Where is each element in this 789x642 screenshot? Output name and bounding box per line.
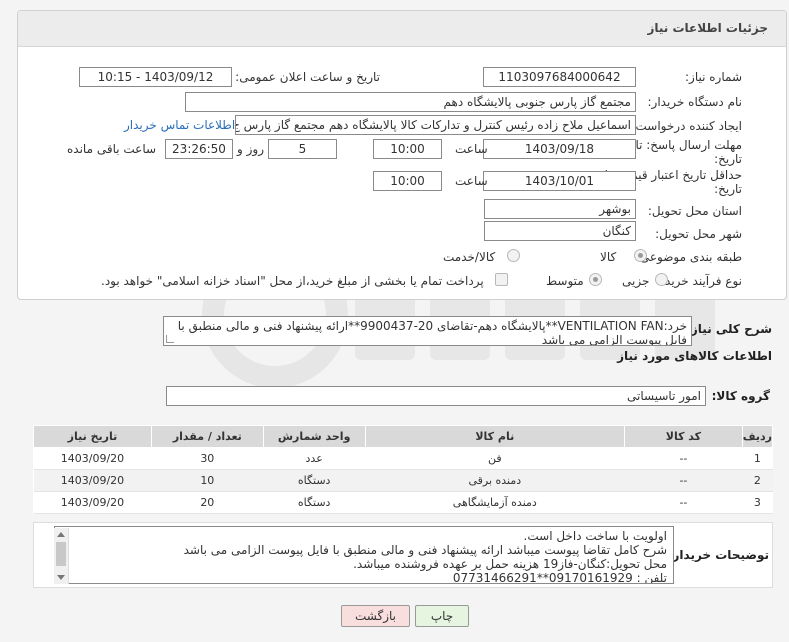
validity-time-label: ساعت [455,174,488,188]
scroll-down-icon[interactable] [57,575,65,580]
buyer-org-label: نام دستگاه خریدار: [647,95,743,109]
panel-header: جزئیات اطلاعات نیاز [18,11,786,47]
deadline-date-field: 1403/09/18 [483,139,636,159]
deadline-time-label: ساعت [455,142,488,156]
remaining-label: ساعت باقی مانده [67,142,157,156]
table-row: 3 -- دمنده آزمایشگاهی دستگاه 20 1403/09/… [33,491,773,514]
treasury-payment-checkbox[interactable] [495,273,508,286]
goods-group-label: گروه کالا: [711,389,770,403]
buyer-notes-line: شرح کامل تقاضا پیوست میباشد ارائه پیشنها… [183,543,667,557]
buyer-notes-label: توضیحات خریدار: [667,548,769,562]
col-header-name: نام کالا [364,425,626,448]
day-label: روز و [237,142,264,156]
remaining-time-field: 23:26:50 [165,139,233,159]
category-label: طبقه بندی موضوعی: [635,250,742,264]
scroll-up-icon[interactable] [57,532,65,537]
need-number-field: 1103097684000642 [483,67,636,87]
buyer-notes-textarea[interactable]: اولویت با ساخت داخل است. شرح کامل تقاضا … [54,526,674,584]
description-textarea[interactable]: خرد:VENTILATION FAN**پالایشگاه دهم-تقاضا… [163,316,692,346]
cell-date: 1403/09/20 [33,469,152,492]
treasury-payment-note: پرداخت تمام یا بخشی از مبلغ خرید،از محل … [101,274,484,288]
scroll-thumb[interactable] [56,542,66,566]
cell-qty: 10 [151,469,264,492]
resize-grip-icon[interactable] [166,335,174,343]
cell-row: 1 [742,447,773,470]
cell-unit: عدد [263,447,366,470]
process-partial-label: جزیی [622,274,650,288]
col-header-row: ردیف [741,425,774,448]
province-field: بوشهر [484,199,636,219]
buyer-org-field: مجتمع گاز پارس جنوبی پالایشگاه دهم [185,92,636,112]
need-number-label: شماره نیاز: [685,70,742,84]
buyer-notes-line: تلفن : 09170161929**07731466291 [452,571,667,584]
cell-unit: دستگاه [263,491,366,514]
cell-row: 2 [742,469,773,492]
col-header-code: کد کالا [624,425,743,448]
page-title: جزئیات اطلاعات نیاز [647,21,768,35]
table-row: 2 -- دمنده برقی دستگاه 10 1403/09/20 [33,469,773,492]
col-header-unit: واحد شمارش [262,425,366,448]
city-label: شهر محل تحویل: [655,227,742,241]
process-partial-radio[interactable] [655,273,668,286]
deadline-label-line1: مهلت ارسال پاسخ: تا [635,138,742,152]
cell-qty: 20 [151,491,264,514]
table-row: 1 -- فن عدد 30 1403/09/20 [33,447,773,470]
col-header-qty: تعداد / مقدار [150,425,264,448]
process-label: نوع فرآیند خرید : [657,274,742,288]
buyer-notes-line: اولویت با ساخت داخل است. [523,529,667,543]
process-medium-radio[interactable] [589,273,602,286]
cell-row: 3 [742,491,773,514]
validity-label-line2: تاریخ: [714,182,742,196]
validity-time-field: 10:00 [373,171,442,191]
col-header-date: تاریخ نیاز [33,425,152,448]
cell-date: 1403/09/20 [33,447,152,470]
cell-qty: 30 [151,447,264,470]
back-button[interactable]: بازگشت [341,605,410,627]
announce-label: تاریخ و ساعت اعلان عمومی: [235,70,380,84]
description-text: خرد:VENTILATION FAN**پالایشگاه دهم-تقاضا… [177,319,687,346]
cell-unit: دستگاه [263,469,366,492]
category-service-radio[interactable] [507,249,520,262]
cell-name: دمنده آزمایشگاهی [365,491,625,514]
requester-field: اسماعیل ملاح زاده رئیس کنترل و تدارکات ک… [235,115,636,135]
cell-date: 1403/09/20 [33,491,152,514]
items-table: ردیف کد کالا نام کالا واحد شمارش تعداد /… [33,425,774,514]
cell-name: دمنده برقی [365,469,625,492]
goods-group-field: امور تاسیساتی [166,386,706,406]
buyer-notes-scrollbar[interactable] [54,528,69,584]
requester-label: ایجاد کننده درخواست: [631,119,742,133]
goods-info-heading: اطلاعات کالاهای مورد نیاز [617,349,772,363]
table-header-row: ردیف کد کالا نام کالا واحد شمارش تعداد /… [33,425,774,448]
days-remaining-field: 5 [268,139,337,159]
cell-code: -- [624,447,743,470]
city-field: کنگان [484,221,636,241]
announce-datetime-field: 1403/09/12 - 10:15 [79,67,232,87]
category-goods-radio[interactable] [634,249,647,262]
buyer-contact-link[interactable]: اطلاعات تماس خریدار [124,118,235,132]
category-goods-label: کالا [600,250,617,264]
process-medium-label: متوسط [546,274,584,288]
deadline-time-field: 10:00 [373,139,442,159]
validity-date-field: 1403/10/01 [483,171,636,191]
province-label: استان محل تحویل: [647,204,742,218]
deadline-label-line2: تاریخ: [714,152,742,166]
category-service-label: کالا/خدمت [443,250,496,264]
cell-name: فن [365,447,625,470]
cell-code: -- [624,491,743,514]
buyer-notes-line: محل تحویل:کنگان-فاز19 هزینه حمل بر عهده … [353,557,667,571]
print-button[interactable]: چاپ [415,605,469,627]
description-label: شرح کلی نیاز: [686,322,772,336]
cell-code: -- [624,469,743,492]
